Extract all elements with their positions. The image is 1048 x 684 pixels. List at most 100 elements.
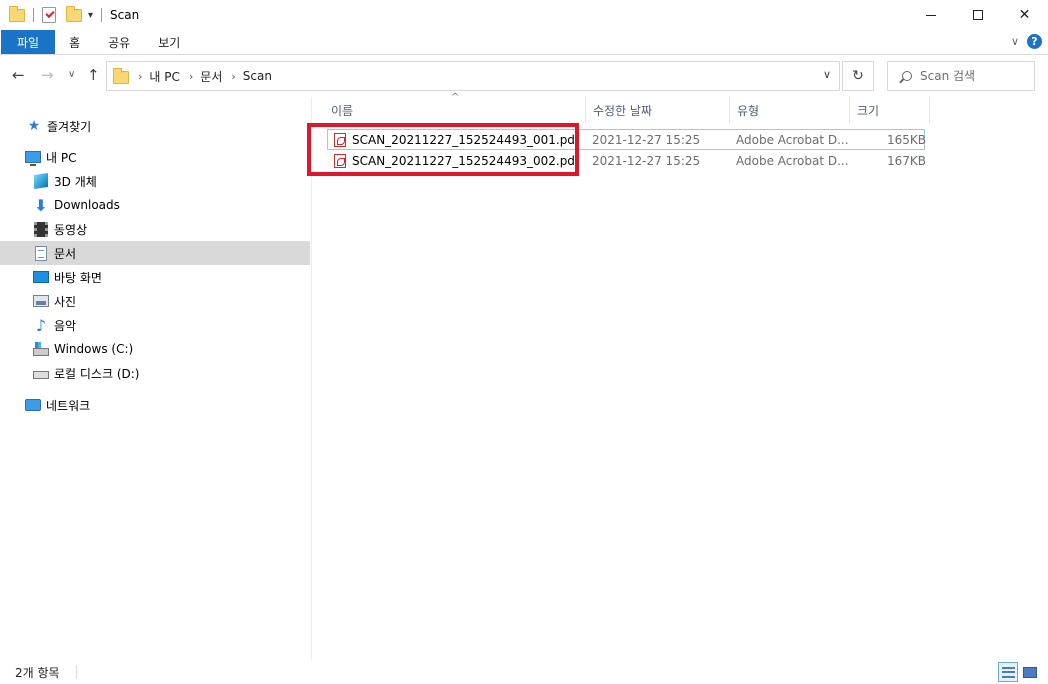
folder-icon [9, 5, 25, 22]
sidebar-item-network[interactable]: 네트워크 [0, 393, 310, 417]
download-icon: ⬇ [34, 195, 48, 215]
forward-button[interactable]: → [41, 66, 54, 84]
star-icon: ★ [27, 118, 41, 134]
search-icon [902, 71, 912, 81]
sidebar-item-label: 3D 개체 [54, 174, 97, 189]
column-header-name[interactable]: 이름 [324, 97, 586, 123]
file-type: Adobe Acrobat D... [736, 132, 849, 147]
minimize-icon [925, 14, 936, 16]
folder-icon [113, 68, 129, 84]
breadcrumb-separator[interactable]: › [138, 70, 142, 83]
address-bar[interactable]: › 내 PC › 문서 › Scan ∨ [106, 61, 840, 91]
drive-c-icon [33, 341, 49, 357]
sidebar-item-videos[interactable]: 동영상 [0, 217, 310, 241]
breadcrumb-item-documents[interactable]: 문서 [200, 68, 222, 85]
customize-quick-access-icon[interactable]: ▾ [88, 10, 93, 21]
desktop-icon [33, 269, 49, 285]
file-list: ^ 이름 수정한 날짜 유형 크기 SCAN_20211227_15252449… [313, 92, 1048, 660]
large-icons-view-icon [1023, 666, 1037, 678]
minimize-button[interactable] [907, 0, 954, 30]
help-icon[interactable]: ? [1027, 34, 1042, 49]
file-date: 2021-12-27 15:25 [592, 153, 701, 168]
sidebar-item-this-pc[interactable]: 내 PC [0, 145, 310, 169]
file-date: 2021-12-27 15:25 [592, 132, 701, 147]
document-icon [33, 245, 49, 261]
details-view-icon [1001, 666, 1015, 678]
navigation-bar: ← → ∨ ↑ › 내 PC › 문서 › Scan ∨ ↻ [0, 59, 1048, 93]
search-box[interactable] [887, 61, 1035, 91]
recent-locations-button[interactable]: ∨ [68, 69, 75, 80]
tab-file[interactable]: 파일 [1, 30, 56, 54]
3d-objects-icon [33, 173, 49, 189]
item-count: 2개 항목 [15, 665, 60, 680]
sidebar-item-documents[interactable]: 문서 [0, 241, 310, 265]
file-size: 167KB [887, 153, 927, 168]
title-bar: ▾ Scan ✕ [0, 0, 1048, 30]
address-dropdown-icon[interactable]: ∨ [823, 68, 831, 81]
navigation-pane: ★ 즐겨찾기 내 PC 3D 개체 ⬇ Downloads 동영상 문서 바탕 … [0, 97, 312, 660]
maximize-icon [972, 10, 983, 20]
quick-access-toolbar: ▾ [0, 5, 106, 23]
pc-icon [25, 149, 41, 166]
window-controls: ✕ [907, 0, 1048, 30]
status-bar: 2개 항목 [0, 660, 1048, 684]
network-icon [25, 397, 41, 413]
details-view-button[interactable] [998, 662, 1018, 682]
sidebar-item-label: 바탕 화면 [54, 270, 102, 285]
breadcrumb-item-scan[interactable]: Scan [243, 69, 272, 83]
drive-d-icon [33, 365, 49, 381]
new-folder-icon[interactable] [66, 5, 82, 22]
sidebar-item-label: 동영상 [54, 222, 88, 237]
ribbon-right: ∨ ? [1011, 34, 1042, 49]
breadcrumb-separator[interactable]: › [189, 70, 193, 83]
sidebar-item-drive-d[interactable]: 로컬 디스크 (D:) [0, 361, 310, 385]
sidebar-item-label: 내 PC [46, 150, 77, 165]
column-header-size[interactable]: 크기 [850, 97, 930, 123]
sidebar-item-label: 로컬 디스크 (D:) [54, 366, 140, 381]
back-button[interactable]: ← [12, 66, 25, 84]
view-switcher [998, 662, 1040, 682]
music-icon: ♪ [35, 315, 47, 335]
file-type: Adobe Acrobat D... [736, 153, 849, 168]
sidebar-item-label: 네트워크 [46, 398, 91, 413]
window-title: Scan [110, 8, 140, 22]
ribbon-tabs: 파일 홈 공유 보기 ∨ ? [0, 30, 1048, 55]
sidebar-item-label: Windows (C:) [54, 342, 134, 356]
sidebar-item-quick-access[interactable]: ★ 즐겨찾기 [0, 114, 310, 138]
maximize-button[interactable] [954, 0, 1001, 30]
close-button[interactable]: ✕ [1001, 0, 1048, 30]
expand-ribbon-icon[interactable]: ∨ [1011, 35, 1019, 48]
sidebar-item-downloads[interactable]: ⬇ Downloads [0, 193, 310, 217]
tab-home[interactable]: 홈 [55, 30, 94, 54]
refresh-button[interactable]: ↻ [842, 61, 874, 91]
close-icon: ✕ [1018, 7, 1031, 23]
tab-share[interactable]: 공유 [94, 30, 144, 54]
up-button[interactable]: ↑ [87, 66, 100, 84]
column-header-type[interactable]: 유형 [730, 97, 850, 123]
picture-icon [33, 293, 49, 309]
sidebar-item-label: 문서 [54, 246, 77, 261]
search-input[interactable] [920, 69, 1030, 83]
large-icons-view-button[interactable] [1020, 662, 1040, 682]
breadcrumb-item-pc[interactable]: 내 PC [149, 68, 179, 85]
sidebar-item-music[interactable]: ♪ 음악 [0, 313, 310, 337]
sidebar-item-label: Downloads [54, 198, 120, 212]
highlight-annotation-box [307, 123, 579, 176]
sidebar-item-label: 즐겨찾기 [47, 119, 92, 134]
column-header-date[interactable]: 수정한 날짜 [586, 97, 730, 123]
sidebar-item-drive-c[interactable]: Windows (C:) [0, 337, 310, 361]
sidebar-item-label: 음악 [54, 318, 77, 333]
file-size: 165KB [887, 132, 927, 147]
divider [33, 8, 34, 22]
video-icon [33, 221, 49, 237]
properties-icon[interactable] [42, 7, 56, 23]
tab-view[interactable]: 보기 [144, 30, 194, 54]
sidebar-item-pictures[interactable]: 사진 [0, 289, 310, 313]
sidebar-item-3d-objects[interactable]: 3D 개체 [0, 169, 310, 193]
breadcrumb: › 내 PC › 문서 › Scan [129, 68, 272, 85]
breadcrumb-separator[interactable]: › [231, 70, 235, 83]
divider [101, 8, 103, 22]
divider [75, 665, 77, 679]
sidebar-item-desktop[interactable]: 바탕 화면 [0, 265, 310, 289]
sidebar-item-label: 사진 [54, 294, 77, 309]
